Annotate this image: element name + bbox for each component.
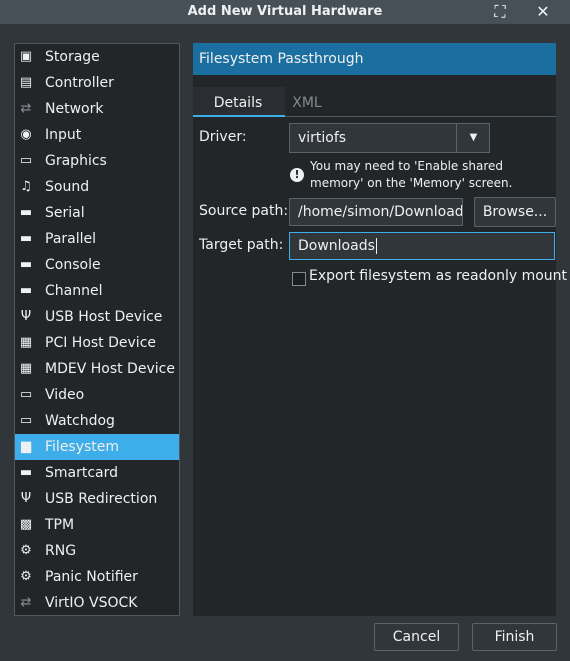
- browse-button[interactable]: Browse...: [474, 197, 556, 227]
- chevron-down-icon[interactable]: ▼: [458, 124, 489, 152]
- network-icon: ⇄: [20, 101, 32, 116]
- maximize-icon[interactable]: ⛶: [488, 0, 512, 24]
- panic-gear-icon: ⚙: [20, 569, 32, 584]
- window-title: Add New Virtual Hardware: [187, 4, 383, 19]
- sidebar-item-rng[interactable]: ⚙ RNG: [15, 538, 179, 564]
- sidebar-item-video[interactable]: ▭ Video: [15, 382, 179, 408]
- sidebar-item-label: Controller: [45, 75, 114, 91]
- target-path-input[interactable]: Downloads: [289, 232, 555, 260]
- finish-button[interactable]: Finish: [472, 623, 557, 651]
- tpm-chip-icon: ▩: [19, 517, 33, 532]
- mouse-icon: ◉: [20, 127, 32, 142]
- storage-icon: ▣: [19, 49, 33, 64]
- tab-details[interactable]: Details: [203, 93, 273, 113]
- channel-icon: ▬: [19, 283, 33, 298]
- sidebar-item-watchdog[interactable]: ▭ Watchdog: [15, 408, 179, 434]
- sidebar-item-label: Sound: [45, 179, 90, 195]
- cancel-button[interactable]: Cancel: [374, 623, 459, 651]
- sidebar-item-label: Panic Notifier: [45, 569, 138, 585]
- sidebar-item-filesystem[interactable]: ▆ Filesystem: [15, 434, 179, 460]
- usb-icon: Ψ: [20, 309, 32, 324]
- sidebar-item-usb-redirection[interactable]: Ψ USB Redirection: [15, 486, 179, 512]
- source-path-label: Source path:: [199, 203, 289, 219]
- sidebar-item-smartcard[interactable]: ▬ Smartcard: [15, 460, 179, 486]
- sidebar-item-console[interactable]: ▬ Console: [15, 252, 179, 278]
- rng-gear-icon: ⚙: [20, 543, 32, 558]
- pci-card-icon: ▦: [19, 335, 33, 350]
- sidebar-item-label: RNG: [45, 543, 77, 559]
- tab-active-indicator: [193, 115, 285, 117]
- sidebar-item-label: Graphics: [45, 153, 107, 169]
- driver-select[interactable]: virtiofs ▼: [289, 123, 490, 153]
- hardware-type-list[interactable]: ▣ Storage ▤ Controller ⇄ Network ◉ Input ▭ Graphi…: [14, 43, 180, 616]
- sidebar-item-serial[interactable]: ▬ Serial: [15, 200, 179, 226]
- sidebar-item-label: Video: [45, 387, 85, 403]
- console-icon: ▬: [19, 257, 33, 272]
- sidebar-item-channel[interactable]: ▬ Channel: [15, 278, 179, 304]
- target-path-value: Downloads: [298, 238, 375, 254]
- tab-xml[interactable]: XML: [283, 93, 331, 113]
- sidebar-item-label: Watchdog: [45, 413, 115, 429]
- sidebar-item-network[interactable]: ⇄ Network: [15, 96, 179, 122]
- details-panel: Filesystem Passthrough Details XML Drive…: [193, 43, 567, 616]
- driver-value: virtiofs: [298, 130, 347, 146]
- sidebar-item-mdev-host-device[interactable]: ▦ MDEV Host Device: [15, 356, 179, 382]
- readonly-checkbox[interactable]: [292, 272, 306, 286]
- usb-redirection-icon: Ψ: [20, 491, 32, 506]
- video-monitor-icon: ▭: [19, 387, 33, 402]
- sidebar-item-label: Storage: [45, 49, 100, 65]
- folder-icon: ▆: [21, 439, 31, 454]
- close-icon[interactable]: ✕: [531, 0, 555, 24]
- warning-icon: !: [290, 168, 304, 182]
- sidebar-item-parallel[interactable]: ▬ Parallel: [15, 226, 179, 252]
- monitor-icon: ▭: [19, 153, 33, 168]
- sidebar-item-label: MDEV Host Device: [45, 361, 175, 377]
- panel-header: Filesystem Passthrough: [193, 43, 556, 75]
- sidebar-item-label: Filesystem: [45, 439, 120, 455]
- smartcard-icon: ▬: [19, 465, 33, 480]
- sidebar-item-label: Serial: [45, 205, 85, 221]
- sidebar-item-graphics[interactable]: ▭ Graphics: [15, 148, 179, 174]
- sidebar-item-virtio-vsock[interactable]: ⇄ VirtIO VSOCK: [15, 590, 179, 616]
- sidebar-item-pci-host-device[interactable]: ▦ PCI Host Device: [15, 330, 179, 356]
- sidebar-item-tpm[interactable]: ▩ TPM: [15, 512, 179, 538]
- sidebar-item-sound[interactable]: ♫ Sound: [15, 174, 179, 200]
- watchdog-icon: ▭: [19, 413, 33, 428]
- title-bar: Add New Virtual Hardware ⛶ ✕: [0, 0, 570, 24]
- sound-icon: ♫: [20, 179, 32, 194]
- sidebar-item-label: Console: [45, 257, 101, 273]
- parallel-icon: ▬: [19, 231, 33, 246]
- controller-icon: ▤: [19, 75, 33, 90]
- text-caret: [375, 238, 377, 254]
- serial-icon: ▬: [19, 205, 33, 220]
- source-path-input[interactable]: /home/simon/Downloads: [289, 198, 463, 226]
- mdev-card-icon: ▦: [19, 361, 33, 376]
- shared-memory-warning: You may need to 'Enable shared memory' o…: [310, 159, 513, 190]
- sidebar-item-usb-host-device[interactable]: Ψ USB Host Device: [15, 304, 179, 330]
- readonly-checkbox-label[interactable]: Export filesystem as readonly mount: [309, 268, 567, 284]
- sidebar-item-label: USB Host Device: [45, 309, 163, 325]
- sidebar-item-label: TPM: [45, 517, 75, 533]
- sidebar-item-label: VirtIO VSOCK: [45, 595, 138, 611]
- vsock-icon: ⇄: [20, 595, 32, 610]
- sidebar-item-controller[interactable]: ▤ Controller: [15, 70, 179, 96]
- sidebar-item-panic-notifier[interactable]: ⚙ Panic Notifier: [15, 564, 179, 590]
- sidebar-item-label: PCI Host Device: [45, 335, 157, 351]
- sidebar-item-label: Parallel: [45, 231, 97, 247]
- sidebar-item-input[interactable]: ◉ Input: [15, 122, 179, 148]
- sidebar-item-label: Network: [45, 101, 104, 117]
- sidebar-item-storage[interactable]: ▣ Storage: [15, 44, 179, 70]
- sidebar-item-label: Smartcard: [45, 465, 119, 481]
- target-path-label: Target path:: [199, 237, 284, 253]
- combo-separator: [456, 124, 457, 152]
- sidebar-item-label: Channel: [45, 283, 103, 299]
- sidebar-item-label: USB Redirection: [45, 491, 158, 507]
- sidebar-item-label: Input: [45, 127, 82, 143]
- driver-label: Driver:: [199, 129, 247, 145]
